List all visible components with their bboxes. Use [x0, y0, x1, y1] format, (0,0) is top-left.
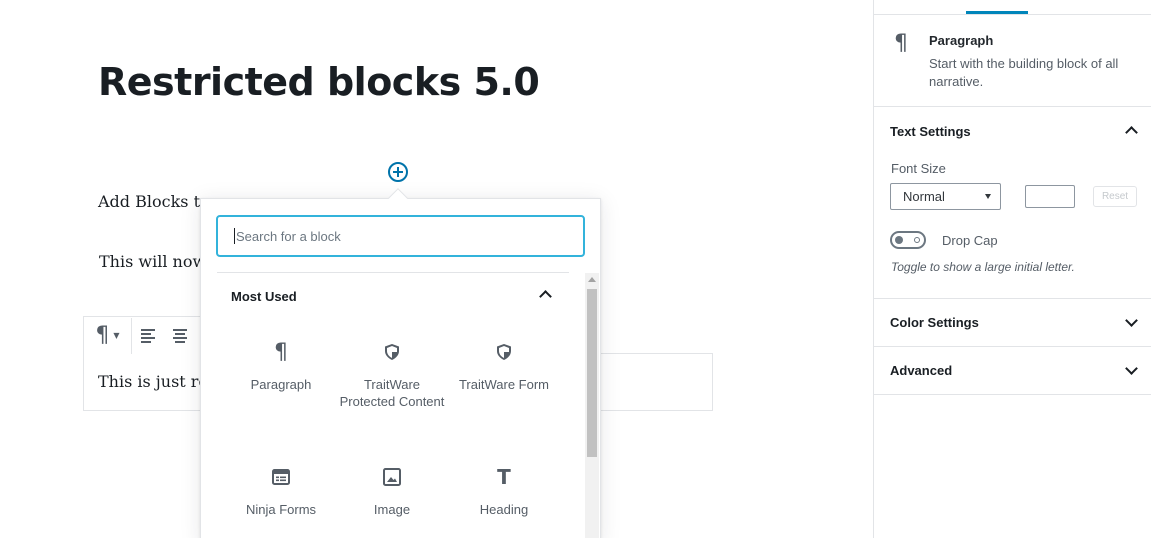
drop-cap-help-text: Toggle to show a large initial letter.	[891, 260, 1075, 274]
inserter-scrollbar[interactable]	[585, 273, 599, 538]
block-item-traitware-protected-content[interactable]: TraitWare Protected Content	[336, 340, 448, 410]
sidebar-tabs	[874, 0, 1151, 15]
block-inserter-popover: Search for a block Most Used ¶ Paragraph…	[200, 198, 601, 538]
paragraph-icon: ¶	[894, 31, 908, 56]
block-item-heading[interactable]: T Heading	[448, 465, 560, 518]
advanced-panel[interactable]: Advanced	[874, 347, 1151, 395]
font-size-label: Font Size	[891, 161, 946, 176]
align-left-icon	[141, 328, 155, 343]
tab-block-active-indicator[interactable]	[966, 11, 1028, 14]
align-center-icon	[173, 328, 187, 343]
block-item-paragraph[interactable]: ¶ Paragraph	[225, 340, 337, 393]
search-placeholder: Search for a block	[236, 228, 341, 244]
post-title[interactable]: Restricted blocks 5.0	[98, 60, 540, 104]
block-switcher-button[interactable]: ¶ ▼	[84, 317, 132, 354]
chevron-up-icon[interactable]	[539, 290, 552, 303]
form-icon	[225, 465, 337, 489]
font-size-value: Normal	[903, 189, 945, 204]
scroll-thumb[interactable]	[587, 289, 597, 457]
block-card-title: Paragraph	[929, 33, 994, 48]
block-toolbar: ¶ ▼	[83, 316, 213, 354]
image-icon	[336, 465, 448, 489]
drop-cap-label: Drop Cap	[942, 233, 998, 248]
paragraph-icon: ¶	[95, 323, 110, 348]
paragraph-block[interactable]: Add Blocks to	[98, 192, 210, 211]
drop-cap-toggle[interactable]	[890, 231, 926, 249]
block-item-label: Image	[373, 502, 411, 517]
align-left-button[interactable]	[132, 318, 164, 354]
color-settings-panel[interactable]: Color Settings	[874, 299, 1151, 347]
most-used-panel-title[interactable]: Most Used	[231, 289, 297, 304]
text-settings-panel: Text Settings Font Size Normal Reset Dro…	[874, 107, 1151, 299]
block-card-description: Start with the building block of all nar…	[929, 56, 1119, 89]
chevron-down-icon	[985, 194, 991, 199]
shield-icon	[336, 340, 448, 364]
block-search-input[interactable]: Search for a block	[216, 215, 585, 257]
block-item-label: Paragraph	[250, 377, 312, 392]
block-item-label: TraitWare Protected Content	[339, 377, 445, 409]
block-card: ¶ Paragraph Start with the building bloc…	[874, 15, 1151, 107]
block-item-traitware-form[interactable]: TraitWare Form	[448, 340, 560, 393]
chevron-down-icon: ▼	[113, 331, 120, 340]
block-item-label: Ninja Forms	[245, 502, 317, 517]
paragraph-icon: ¶	[274, 339, 288, 365]
chevron-up-icon[interactable]	[1125, 126, 1138, 139]
toggle-knob	[895, 236, 903, 244]
font-size-select[interactable]: Normal	[890, 183, 1001, 210]
color-settings-toggle[interactable]: Color Settings	[890, 315, 979, 330]
block-item-image[interactable]: Image	[336, 465, 448, 518]
block-item-label: Heading	[479, 502, 529, 517]
paragraph-block-selected[interactable]: This is just re	[98, 372, 208, 391]
block-item-ninja-forms[interactable]: Ninja Forms	[225, 465, 337, 518]
heading-icon: T	[497, 464, 511, 489]
block-item-label: TraitWare Form	[458, 377, 550, 392]
chevron-down-icon[interactable]	[1125, 362, 1138, 375]
custom-font-size-input[interactable]	[1025, 185, 1075, 208]
shield-icon	[448, 340, 560, 364]
toggle-off-indicator	[914, 237, 920, 243]
chevron-down-icon[interactable]	[1125, 314, 1138, 327]
text-settings-toggle[interactable]: Text Settings	[890, 124, 971, 139]
scroll-up-arrow-icon[interactable]	[588, 277, 596, 282]
settings-sidebar: ¶ Paragraph Start with the building bloc…	[873, 0, 1151, 538]
align-center-button[interactable]	[164, 318, 196, 354]
paragraph-block[interactable]: This will now	[99, 252, 206, 271]
advanced-toggle[interactable]: Advanced	[890, 363, 952, 378]
add-block-icon[interactable]	[388, 162, 408, 182]
font-size-reset-button[interactable]: Reset	[1093, 186, 1137, 207]
divider	[217, 272, 569, 273]
text-cursor	[234, 228, 235, 244]
